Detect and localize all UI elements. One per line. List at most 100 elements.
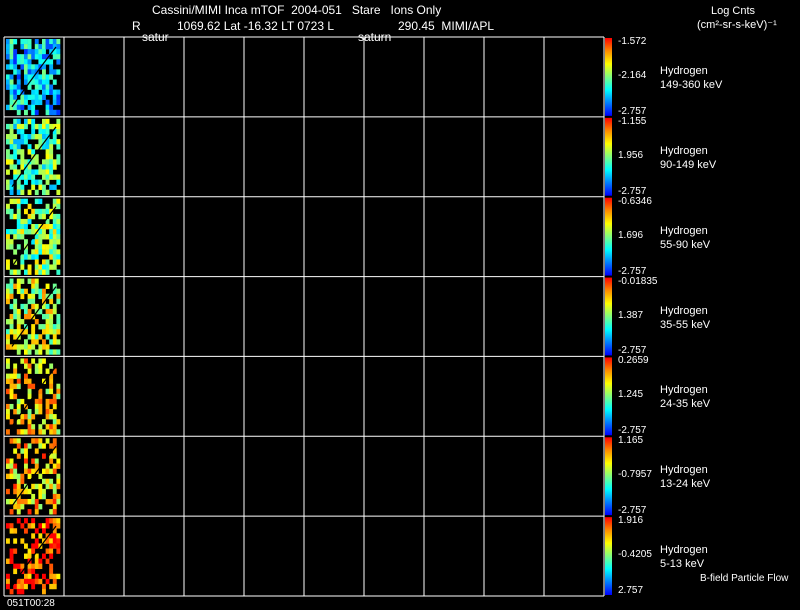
- heatmap-cell: [52, 99, 57, 106]
- heatmap-cell: [6, 184, 10, 190]
- heatmap-cell: [42, 259, 46, 265]
- heatmap-cell: [31, 224, 36, 230]
- heatmap-cell: [52, 414, 57, 420]
- heatmap-cell: [52, 229, 57, 235]
- heatmap-cell: [49, 498, 54, 505]
- heatmap-cell: [13, 123, 18, 130]
- heatmap-cell: [9, 403, 14, 410]
- heatmap-cell: [45, 324, 50, 330]
- heatmap-cell: [42, 313, 46, 320]
- heatmap-cell: [56, 39, 61, 45]
- heatmap-cell: [13, 149, 18, 155]
- heatmap-cell: [52, 213, 57, 220]
- energy-range-label: 149-360 keV: [660, 78, 723, 91]
- heatmap-cell: [9, 213, 14, 220]
- heatmap-cell: [42, 164, 46, 170]
- heatmap-cell: [24, 239, 28, 245]
- heatmap-cell: [13, 174, 18, 180]
- heatmap-cell: [13, 213, 18, 220]
- heatmap-cell: [27, 278, 32, 284]
- heatmap-cell: [13, 334, 18, 340]
- heatmap-cell: [42, 118, 46, 125]
- heatmap-cell: [24, 79, 28, 85]
- heatmap-cell: [16, 483, 21, 490]
- heatmap-cell: [52, 109, 57, 116]
- heatmap-cell: [13, 59, 18, 65]
- heatmap-cell: [6, 234, 10, 240]
- heatmap-cell: [9, 458, 14, 464]
- heatmap-cell: [56, 139, 61, 145]
- heatmap-cell: [16, 383, 21, 390]
- heatmap-cell: [20, 189, 25, 196]
- heatmap-cell: [20, 224, 25, 230]
- heatmap-cell: [13, 329, 18, 335]
- heatmap-cell: [45, 99, 50, 106]
- heatmap-cell: [52, 234, 57, 240]
- heatmap-cell: [16, 518, 21, 524]
- heatmap-cell: [24, 208, 28, 215]
- heatmap-cell: [31, 298, 36, 305]
- heatmap-cell: [13, 344, 18, 350]
- colorbar-mid-label: -2.164: [618, 69, 647, 81]
- heatmap-cell: [49, 104, 54, 111]
- heatmap-cell: [16, 128, 21, 135]
- heatmap-cell: [38, 44, 43, 50]
- heatmap-cell: [24, 224, 28, 230]
- heatmap-cell: [38, 483, 43, 490]
- heatmap-cell: [16, 59, 21, 65]
- heatmap-cell: [56, 288, 61, 295]
- heatmap-cell: [6, 344, 10, 350]
- heatmap-cell: [20, 198, 25, 205]
- heatmap-cell: [13, 568, 18, 575]
- heatmap-cell: [52, 543, 57, 549]
- heatmap-cell: [16, 244, 21, 250]
- heatmap-cell: [16, 278, 21, 284]
- heatmap-cell: [38, 49, 43, 55]
- heatmap-cell: [49, 388, 54, 395]
- heatmap-cell: [38, 324, 43, 330]
- heatmap-cell: [16, 504, 21, 510]
- heatmap-cell: [34, 448, 39, 454]
- heatmap-cell: [34, 303, 39, 310]
- heatmap-cell: [38, 424, 43, 430]
- heatmap-cell: [34, 269, 39, 275]
- colorbar: [605, 357, 612, 436]
- heatmap-cell: [31, 99, 36, 106]
- heatmap-cell: [20, 588, 25, 595]
- heatmap-cell: [42, 69, 46, 75]
- heatmap-cell: [42, 553, 46, 559]
- heatmap-cell: [34, 189, 39, 196]
- heatmap-cell: [13, 229, 18, 235]
- energy-range-label: 55-90 keV: [660, 238, 711, 251]
- heatmap-cell: [31, 429, 36, 435]
- heatmap-cell: [56, 463, 61, 469]
- heatmap-cell: [45, 349, 50, 355]
- heatmap-cell: [6, 139, 10, 145]
- heatmap-cell: [38, 334, 43, 340]
- heatmap-cell: [24, 109, 28, 116]
- heatmap-cell: [20, 414, 25, 420]
- heatmap-cell: [38, 493, 43, 500]
- heatmap-cell: [20, 278, 25, 284]
- heatmap-cell: [34, 123, 39, 130]
- heatmap-cell: [16, 329, 21, 335]
- heatmap-cell: [31, 518, 36, 524]
- heatmap-cell: [31, 123, 36, 130]
- heatmap-cell: [27, 264, 32, 270]
- heatmap-cell: [56, 473, 61, 480]
- heatmap-cell: [24, 498, 28, 505]
- heatmap-cell: [56, 543, 61, 549]
- heatmap-cell: [34, 39, 39, 45]
- heatmap-cell: [52, 303, 57, 310]
- heatmap-cell: [49, 308, 54, 315]
- heatmap-cell: [49, 414, 54, 420]
- heatmap-cell: [45, 118, 50, 125]
- heatmap-cell: [45, 159, 50, 165]
- heatmap-cell: [9, 383, 14, 390]
- heatmap-cell: [56, 69, 61, 75]
- heatmap-cell: [16, 213, 21, 220]
- heatmap-cell: [6, 463, 10, 469]
- heatmap-cell: [13, 373, 18, 379]
- bfield-label: B-field Particle Flow: [700, 573, 789, 584]
- heatmap-cell: [24, 329, 28, 335]
